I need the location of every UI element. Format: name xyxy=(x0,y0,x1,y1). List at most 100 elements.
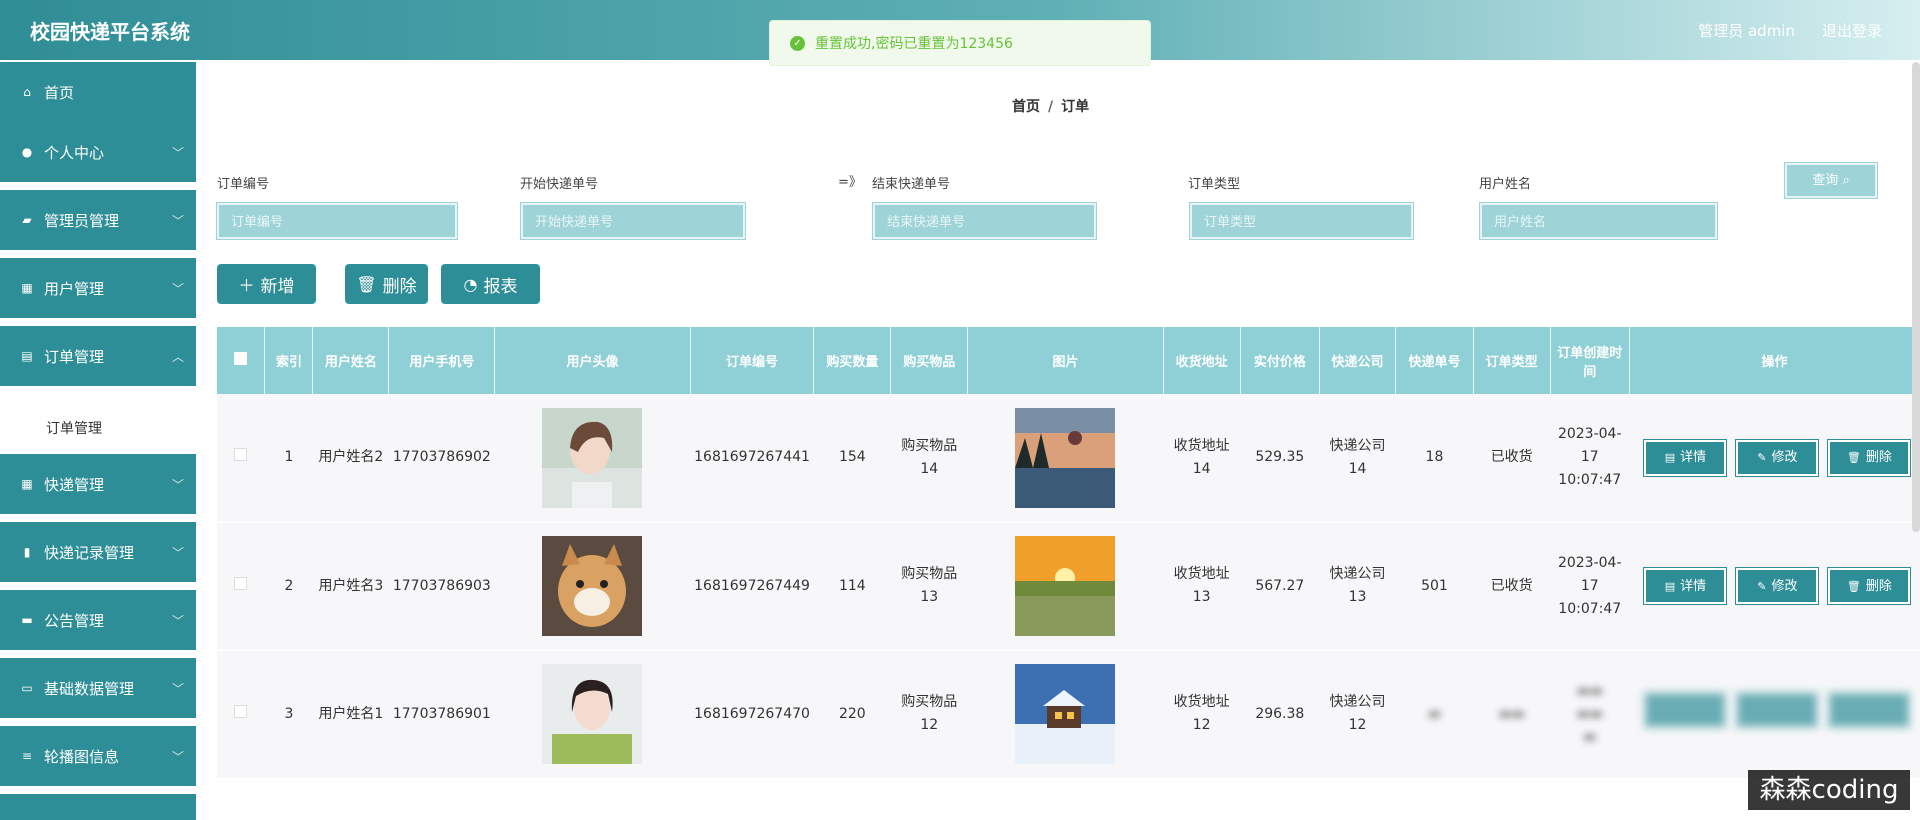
sidebar-item-more[interactable] xyxy=(0,794,196,820)
cell-qty: 154 xyxy=(813,394,891,523)
sidebar-item-label: 轮播图信息 xyxy=(44,747,120,766)
row-checkbox[interactable] xyxy=(234,704,248,718)
toast-message: 重置成功,密码已重置为123456 xyxy=(815,36,1013,52)
user-name-label: 用户姓名 xyxy=(1479,177,1532,192)
table-header-row: 索引 用户姓名 用户手机号 用户头像 订单编号 购买数量 购买物品 图片 收货地… xyxy=(217,327,1920,394)
delete-label: 删除 xyxy=(1865,450,1892,466)
batch-delete-button[interactable]: 🗑 删除 xyxy=(345,264,428,304)
cell-item: 购买物品12 xyxy=(890,650,968,779)
detail-button[interactable] xyxy=(1643,691,1728,729)
chevron-down-icon: ﹀ xyxy=(171,214,184,228)
sidebar-item-express-records[interactable]: ▮ 快递记录管理 ﹀ xyxy=(0,522,196,582)
breadcrumb-current: 订单 xyxy=(1061,99,1090,115)
cell-index: 1 xyxy=(264,394,313,523)
column-header: 用户手机号 xyxy=(388,327,496,394)
edit-label: 修改 xyxy=(1771,450,1798,466)
sidebar-item-label: 快递管理 xyxy=(44,475,105,494)
bag-icon: ▤ xyxy=(21,349,33,363)
column-header: 订单创建时间 xyxy=(1550,327,1630,394)
sidebar-item-express[interactable]: ▦ 快递管理 ﹀ xyxy=(0,454,196,514)
column-header: 索引 xyxy=(264,327,314,394)
delete-label: 删除 xyxy=(382,276,417,297)
delete-button[interactable] xyxy=(1827,691,1912,729)
range-arrow: =》 xyxy=(838,175,862,190)
select-all-checkbox[interactable] xyxy=(234,352,248,365)
product-image[interactable] xyxy=(1015,536,1116,636)
order-type-input[interactable] xyxy=(1189,202,1414,240)
end-express-label: 结束快递单号 xyxy=(872,177,951,192)
edit-label: 修改 xyxy=(1771,578,1798,594)
end-express-input[interactable] xyxy=(872,202,1097,240)
cell-price: 296.38 xyxy=(1240,650,1320,779)
detail-button[interactable]: ▤ 详情 xyxy=(1643,567,1728,605)
user-avatar-image[interactable] xyxy=(542,536,643,636)
cell-index: 2 xyxy=(264,522,313,651)
cell-user-name: 用户姓名3 xyxy=(312,522,389,651)
delete-button[interactable]: 🗑 删除 xyxy=(1827,567,1912,605)
sidebar-item-orders[interactable]: ▤ 订单管理 ︿ xyxy=(0,326,196,386)
select-all-cell[interactable] xyxy=(217,327,266,394)
detail-button[interactable]: ▤ 详情 xyxy=(1643,438,1728,477)
query-button[interactable]: 查询 ⌕ xyxy=(1784,162,1878,199)
search-icon: ⌕ xyxy=(1842,173,1850,188)
cell-item: 购买物品14 xyxy=(890,394,968,523)
breadcrumb-home[interactable]: 首页 xyxy=(1012,99,1040,115)
add-button[interactable]: ＋ 新增 xyxy=(217,264,316,304)
pencil-icon: ✎ xyxy=(1757,451,1767,465)
sidebar-item-admins[interactable]: ▰ 管理员管理 ﹀ xyxy=(0,190,196,250)
page-scrollbar[interactable] xyxy=(1912,62,1920,532)
report-button[interactable]: ◔ 报表 xyxy=(441,264,540,304)
column-header: 快递单号 xyxy=(1395,327,1474,394)
sidebar-item-label: 个人中心 xyxy=(44,143,105,162)
order-no-label: 订单编号 xyxy=(217,177,270,192)
sidebar-item-carousel[interactable]: ≡ 轮播图信息 ﹀ xyxy=(0,726,196,786)
start-express-label: 开始快递单号 xyxy=(520,177,599,192)
column-header: 实付价格 xyxy=(1240,327,1320,394)
start-express-input[interactable] xyxy=(520,202,746,240)
row-checkbox[interactable] xyxy=(234,576,248,590)
cell-order-no: 1681697267470 xyxy=(690,650,814,779)
cell-company: 快递公司14 xyxy=(1319,394,1396,523)
cell-index: 3 xyxy=(264,650,313,779)
sidebar-item-users[interactable]: ▦ 用户管理 ﹀ xyxy=(0,258,196,318)
user-name-input[interactable] xyxy=(1479,202,1718,240)
edit-button[interactable]: ✎ 修改 xyxy=(1735,567,1820,605)
product-image[interactable] xyxy=(1015,664,1116,764)
table-row: 3 用户姓名1 17703786901 1681697267470 220 购买… xyxy=(217,650,1920,779)
ticket-icon: ▭ xyxy=(21,681,33,695)
chevron-down-icon: ﹀ xyxy=(171,478,184,492)
sidebar-item-personal[interactable]: ● 个人中心 ﹀ xyxy=(0,122,196,182)
cell-user-name: 用户姓名1 xyxy=(312,650,389,779)
column-header: 收货地址 xyxy=(1163,327,1241,394)
product-image[interactable] xyxy=(1015,407,1116,508)
sidebar-item-home[interactable]: ⌂ 首页 xyxy=(0,62,196,122)
delete-button[interactable]: 🗑 删除 xyxy=(1827,438,1912,477)
user-avatar-image[interactable] xyxy=(542,664,643,764)
column-header: 订单类型 xyxy=(1473,327,1551,394)
column-header: 购买物品 xyxy=(890,327,969,394)
cell-operations xyxy=(1629,650,1920,779)
order-no-input[interactable] xyxy=(216,202,458,240)
row-checkbox[interactable] xyxy=(234,448,248,462)
sidebar-item-label: 订单管理 xyxy=(44,347,105,366)
sidebar-item-notices[interactable]: ▬ 公告管理 ﹀ xyxy=(0,590,196,650)
chevron-up-icon: ︿ xyxy=(171,350,184,364)
cell-operations: ▤ 详情 ✎ 修改 🗑 删除 xyxy=(1629,522,1920,651)
logout-link[interactable]: 退出登录 xyxy=(1822,20,1882,41)
pencil-icon: ✎ xyxy=(1757,579,1767,593)
sidebar: ⌂ 首页 ● 个人中心 ﹀ ▰ 管理员管理 ﹀ ▦ 用户管理 ﹀ ▤ 订单管理 … xyxy=(0,60,196,820)
column-header: 图片 xyxy=(967,327,1164,394)
blurred-content: ▬ xyxy=(1427,705,1442,722)
edit-button[interactable] xyxy=(1735,691,1820,729)
submenu-order-management[interactable]: 订单管理 xyxy=(0,402,196,454)
chevron-down-icon: ﹀ xyxy=(171,146,184,160)
cell-address: 收货地址14 xyxy=(1163,394,1241,523)
user-avatar-image[interactable] xyxy=(542,407,643,508)
column-header: 购买数量 xyxy=(813,327,892,394)
chevron-down-icon: ﹀ xyxy=(171,614,184,628)
sidebar-item-label: 首页 xyxy=(44,83,75,102)
column-header: 快递公司 xyxy=(1319,327,1397,394)
sidebar-item-basic-data[interactable]: ▭ 基础数据管理 ﹀ xyxy=(0,658,196,718)
detail-label: 详情 xyxy=(1680,578,1707,594)
edit-button[interactable]: ✎ 修改 xyxy=(1735,438,1820,477)
